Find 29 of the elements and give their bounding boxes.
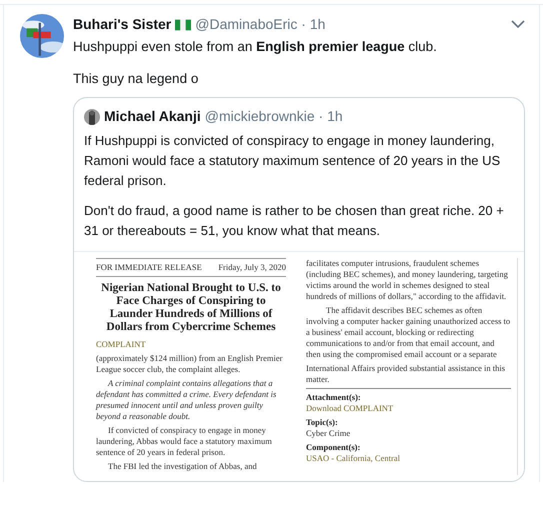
tweet-text: This guy na legend o (73, 70, 200, 88)
document-paragraph: International Affairs provided substantial assistance in this matter. (306, 363, 506, 385)
detail-value: Cyber Crime (306, 428, 352, 439)
document-paragraph: A criminal complaint contains allegations that a defendant has committed a crime. Every defendant is presumed innocent until and unless proven guilty beyond a reasonable doubt. (96, 378, 278, 422)
document-paragraph: facilitates computer intrusions, fraudulent schemes (including BEC schemes), and money laundering, targeting victims around the world in schemes designed to steal hundreds of millions of dollars," according to the affidavit. (306, 258, 509, 302)
section-link[interactable]: COMPLAINT (96, 339, 286, 350)
document-paragraph: If convicted of conspiracy to engage in money laundering, Abbas would face a statutory maximum sentence of 20 years in federal prison. (96, 425, 273, 458)
quoted-tweet-text: Don't do fraud, a good name is rather to be chosen than great riche. 20 + 31 or thereabouts = 51, you know what that means. (84, 202, 505, 240)
document-paragraph: The FBI led the investigation of Abbas, and (107, 461, 258, 472)
document-paragraph: The affidavit describes BEC schemes as often involving a computer hacker gaining unauthorized access to a business' email account, blocking or redirecting communications to and/or from that email account, and then using the compromised email account or a separate (306, 305, 511, 360)
detail-label: Attachment(s): (306, 392, 362, 403)
chevron-down-icon[interactable] (511, 20, 525, 29)
tweet-text: Hushpuppi even stole from an English premier league club. (73, 38, 438, 56)
quoted-tweet-text: If Hushpuppi is convicted of conspiracy to engage in money laundering, Ramoni would face a statutory maximum sentence of 20 years in the US federal prison. (84, 132, 502, 190)
author-handle: @mickiebrownkie · 1h (204, 107, 343, 126)
flag-icon (175, 18, 192, 30)
detail-link[interactable]: Download COMPLAINT (306, 403, 511, 414)
detail-label: Component(s): (306, 442, 362, 453)
detail-label: Topic(s): (306, 417, 339, 428)
release-label: FOR IMMEDIATE RELEASE (96, 262, 202, 273)
press-release-headline: Nigerian National Brought to U.S. to Face Charges of Conspiring to Launder Hundreds of Millions of Dollars from Cybercrime Schemes (100, 282, 282, 334)
author-handle: @DaminaboEric · 1h (195, 15, 326, 34)
quoted-tweet-card[interactable] (73, 97, 525, 482)
release-date: Friday, July 3, 2020 (218, 262, 286, 273)
document-paragraph: (approximately $124 million) from an English Premier League soccer club, the complaint alleges. (96, 353, 284, 375)
detail-link[interactable]: USAO - California, Central (306, 453, 511, 464)
author-name[interactable]: Michael Akanji (104, 106, 201, 127)
document-screenshot[interactable] (74, 251, 524, 481)
author-name[interactable]: Buhari's Sister (73, 14, 172, 35)
